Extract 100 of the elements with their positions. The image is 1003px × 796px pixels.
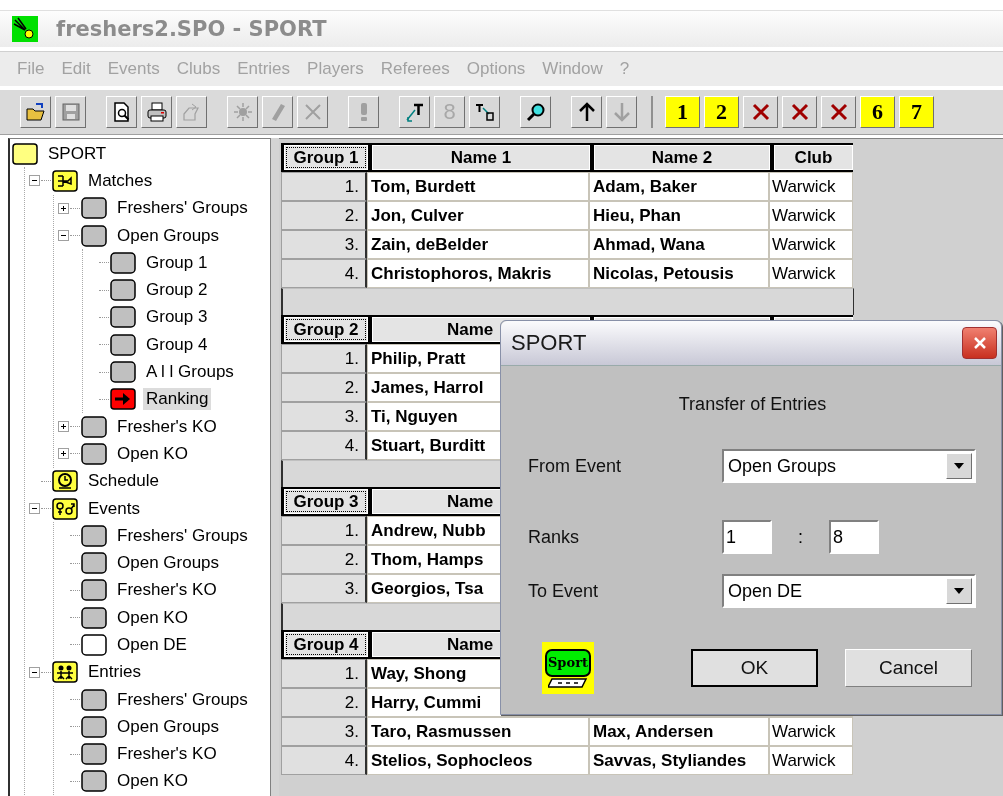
splitter[interactable] [270, 138, 279, 796]
square-icon [110, 361, 136, 383]
letter-arrow-icon [474, 102, 495, 122]
tree-item[interactable]: Freshers' Groups [114, 197, 251, 220]
table-cell: Hieu, Phan [589, 201, 769, 230]
input-field[interactable]: 1 [722, 520, 772, 554]
dropdown-arrow-icon [954, 463, 964, 469]
close-icon [972, 336, 987, 350]
rank-cell: 1. [281, 659, 367, 688]
toolbar-button[interactable] [141, 96, 172, 128]
table-cell: Max, Andersen [589, 717, 769, 746]
toolbar-button[interactable] [469, 96, 500, 128]
dropdown-field[interactable]: Open DE [722, 574, 976, 608]
square-icon [81, 634, 107, 656]
table-cell: Warwick [769, 230, 853, 259]
toolbar-button[interactable] [399, 96, 430, 128]
logo-text: Sport [545, 648, 591, 677]
toolbar-button[interactable] [782, 96, 817, 128]
square-icon [81, 415, 107, 438]
expand-icon[interactable] [58, 448, 69, 460]
collapse-icon[interactable] [58, 230, 69, 242]
tree-item[interactable]: Group 3 [143, 306, 211, 329]
table-cell: Warwick [769, 201, 853, 230]
arrow-letter-icon [404, 102, 425, 122]
bracket-icon [52, 169, 78, 192]
square-icon [81, 606, 107, 629]
gender-symbols-icon [52, 497, 78, 520]
tree-item[interactable]: Events [85, 497, 143, 520]
group-header: Group 2 [284, 317, 368, 342]
separator-text: : [797, 526, 804, 548]
tree-item[interactable]: Matches [85, 169, 156, 192]
expand-icon[interactable] [58, 202, 69, 214]
dropdown-field[interactable]: Open Groups [722, 449, 976, 483]
toolbar-button[interactable] [20, 96, 51, 128]
toolbar-button[interactable] [571, 96, 602, 128]
tree-item[interactable]: Open Groups [114, 715, 223, 738]
square-icon [81, 197, 107, 220]
rank-cell: 1. [281, 344, 367, 373]
table-cell: Warwick [769, 746, 853, 775]
keyboard-icon [548, 677, 588, 688]
square-icon [81, 770, 107, 793]
table-cell: Warwick [769, 717, 853, 746]
tree-item[interactable]: SPORT [45, 142, 110, 165]
table-cell: Christophoros, Makris [367, 259, 589, 288]
rank-cell: 2. [281, 373, 367, 402]
tree-item[interactable]: Schedule [85, 470, 162, 493]
tree-item[interactable]: Open DE [114, 634, 190, 656]
tree-item[interactable]: Fresher's KO [114, 579, 220, 602]
table-cell: Adam, Baker [589, 172, 769, 201]
tree-item[interactable]: Open Groups [114, 224, 223, 247]
group-header: Group 1 [284, 145, 368, 170]
toolbar-button[interactable]: 7 [899, 96, 934, 128]
field-label: Ranks [528, 526, 581, 548]
tree-item[interactable]: Open Groups [114, 552, 223, 575]
tree-item[interactable]: Open KO [114, 770, 191, 793]
tree-item[interactable]: Group 2 [143, 279, 211, 302]
square-icon [81, 442, 107, 465]
close-button[interactable] [962, 327, 997, 359]
collapse-icon[interactable] [29, 175, 40, 187]
tree-item[interactable]: Group 4 [143, 333, 211, 356]
search-icon [525, 102, 546, 122]
column-header: Club [774, 145, 853, 170]
tray-icon [181, 102, 202, 122]
cross-icon [750, 102, 771, 122]
column-header: Name 1 [372, 145, 590, 170]
square-icon [110, 306, 136, 329]
rank-cell: 3. [281, 717, 367, 746]
tree-item[interactable]: Fresher's KO [114, 415, 220, 438]
table-cell: Warwick [769, 172, 853, 201]
sun-icon [232, 102, 253, 122]
toolbar-button[interactable]: 6 [860, 96, 895, 128]
cancel-button[interactable]: Cancel [845, 649, 972, 687]
square-icon [12, 142, 38, 165]
ok-button[interactable]: OK [691, 649, 818, 687]
collapse-icon[interactable] [29, 666, 40, 678]
expand-icon[interactable] [58, 421, 69, 433]
rank-cell: 2. [281, 201, 367, 230]
tree-item[interactable]: Entries [85, 661, 144, 684]
tree-item[interactable]: Open KO [114, 442, 191, 465]
tree-item[interactable]: Open KO [114, 606, 191, 629]
toolbar-button[interactable] [106, 96, 137, 128]
toolbar-button[interactable]: 1 [665, 96, 700, 128]
toolbar-button[interactable] [821, 96, 856, 128]
square-icon [81, 715, 107, 738]
tree-item[interactable]: Group 1 [143, 251, 211, 274]
tree-item[interactable]: Ranking [143, 388, 212, 411]
input-field[interactable]: 8 [829, 520, 879, 554]
collapse-icon[interactable] [29, 503, 40, 514]
tree-item[interactable]: Freshers' Groups [114, 524, 251, 547]
page-magnifier-icon [111, 102, 132, 122]
tree-item[interactable]: Fresher's KO [114, 743, 220, 766]
toolbar-button[interactable]: 2 [704, 96, 739, 128]
rank-cell: 1. [281, 516, 367, 545]
tree-item[interactable]: A l l Groups [143, 361, 237, 383]
square-icon [81, 552, 107, 575]
table-cell: Savvas, Styliandes [589, 746, 769, 775]
toolbar-button[interactable] [743, 96, 778, 128]
tree-item[interactable]: Freshers' Groups [114, 688, 251, 711]
printer-icon [146, 102, 167, 122]
toolbar-button[interactable] [520, 96, 551, 128]
